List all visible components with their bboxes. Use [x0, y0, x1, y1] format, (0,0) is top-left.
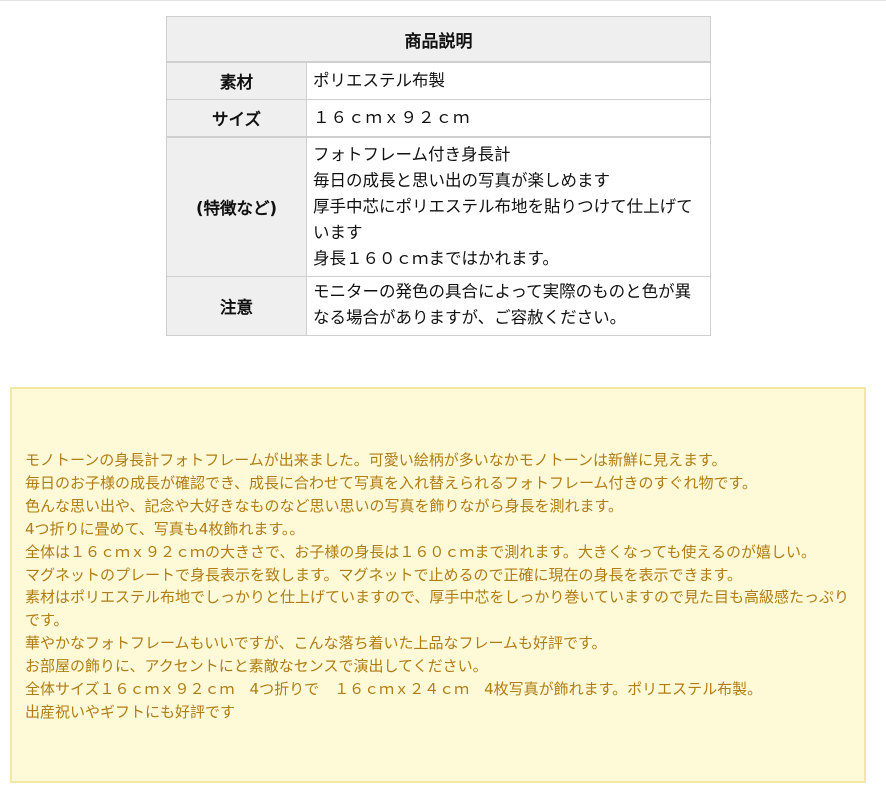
- value-line: 身長１６０ｃｍまではかれます。: [313, 249, 559, 268]
- description-line: 全体サイズ１６ｃｍｘ９２ｃｍ 4つ折りで １６ｃｍｘ２４ｃｍ 4枚写真が飾れます…: [25, 680, 763, 699]
- row-label-size: サイズ: [166, 99, 307, 138]
- value-line: ポリエステル布製: [313, 71, 445, 90]
- row-value-size: １６ｃｍｘ９２ｃｍ: [306, 99, 711, 138]
- description-line: お部屋の飾りに、アクセントにと素敵なセンスで演出してください。: [25, 657, 488, 676]
- description-line: 華やかなフォトフレームもいいですが、こんな落ち着いた上品なフレームも好評です。: [25, 634, 607, 653]
- description-line: 出産祝いやギフトにも好評です: [25, 702, 236, 721]
- description-box: モノトーンの身長計フォトフレームが出来ました。可愛い絵柄が多いなかモノトーンは新…: [10, 387, 866, 783]
- description-line: モノトーンの身長計フォトフレームが出来ました。可愛い絵柄が多いなかモノトーンは新…: [25, 451, 727, 469]
- product-spec-table: 商品説明 素材 ポリエステル布製 サイズ １６ｃｍｘ９２ｃｍ (特徴など) フォ…: [166, 16, 711, 336]
- row-label-material: 素材: [166, 61, 307, 100]
- description-line: 4つ折りに畳めて、写真も4枚飾れます。。: [25, 519, 305, 538]
- value-line: 毎日の成長と思い出の写真が楽しめます: [313, 171, 610, 190]
- description-line: 素材はポリエステル布地でしっかりと仕上げていますので、厚手中芯をしっかり巻いてい…: [25, 588, 849, 630]
- value-line: フォトフレーム付き身長計: [313, 145, 511, 164]
- row-value-features: フォトフレーム付き身長計 毎日の成長と思い出の写真が楽しめます 厚手中芯にポリエ…: [306, 136, 711, 277]
- top-divider: [0, 0, 886, 1]
- description-line: 全体は１６ｃｍｘ９２ｃｍの大きさで、お子様の身長は１６０ｃｍまで測れます。大きく…: [25, 542, 816, 561]
- value-line: モニターの発色の具合によって実際のものと色が異なる場合がありますが、ご容赦くださ…: [313, 282, 692, 327]
- row-value-material: ポリエステル布製: [306, 61, 711, 100]
- description-line: 毎日のお子様の成長が確認でき、成長に合わせて写真を入れ替えられるフォトフレーム付…: [25, 473, 758, 492]
- value-line: 厚手中芯にポリエステル布地を貼りつけて仕上げています: [313, 197, 693, 242]
- value-line: １６ｃｍｘ９２ｃｍ: [313, 108, 471, 127]
- description-line: マグネットのプレートで身長表示を致します。マグネットで止めるので正確に現在の身長…: [25, 565, 743, 584]
- description-line: 色んな思い出や、記念や大好きなものなど思い思いの写真を飾りながら身長を測れます。: [25, 496, 624, 515]
- description-text: モノトーンの身長計フォトフレームが出来ました。可愛い絵柄が多いなかモノトーンは新…: [25, 449, 852, 724]
- table-row: サイズ １６ｃｍｘ９２ｃｍ: [166, 99, 711, 138]
- row-label-notice: 注意: [166, 276, 307, 336]
- table-row: 素材 ポリエステル布製: [166, 61, 711, 100]
- row-value-notice: モニターの発色の具合によって実際のものと色が異なる場合がありますが、ご容赦くださ…: [306, 276, 711, 336]
- row-label-features: (特徴など): [166, 136, 307, 277]
- table-row: (特徴など) フォトフレーム付き身長計 毎日の成長と思い出の写真が楽しめます 厚…: [166, 136, 711, 277]
- table-row: 注意 モニターの発色の具合によって実際のものと色が異なる場合がありますが、ご容赦…: [166, 276, 711, 336]
- table-caption: 商品説明: [166, 16, 711, 63]
